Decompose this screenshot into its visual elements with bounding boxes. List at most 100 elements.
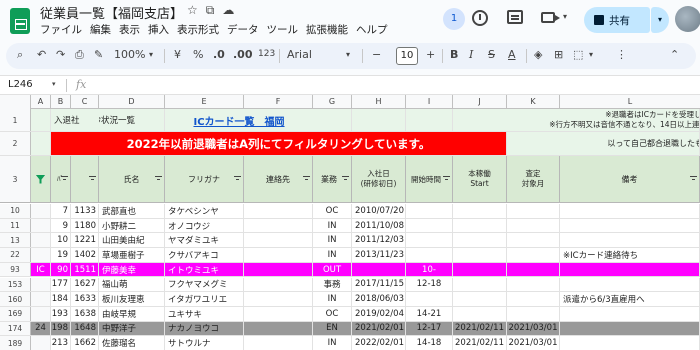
row-header[interactable]: 10 — [0, 204, 31, 218]
decrease-font-size-button[interactable]: − — [372, 48, 381, 61]
header-col-c[interactable] — [71, 156, 99, 202]
table-cell-b[interactable]: 198 — [51, 321, 71, 336]
cell-a3[interactable] — [31, 156, 51, 202]
table-cell-j[interactable] — [453, 306, 507, 321]
cell-a2[interactable] — [31, 132, 51, 155]
table-cell-i[interactable] — [406, 233, 453, 248]
more-options-icon[interactable]: ⋮ — [616, 48, 627, 61]
active-filter-icon[interactable] — [35, 174, 46, 184]
menu-insert[interactable]: 挿入 — [148, 22, 169, 37]
table-cell-h[interactable]: 2013/11/23 — [352, 248, 406, 262]
cell-i1[interactable] — [406, 109, 453, 131]
table-cell-g[interactable]: IN — [313, 218, 352, 233]
table-cell-k[interactable] — [507, 218, 560, 233]
table-cell-c[interactable]: 1662 — [71, 336, 99, 350]
table-cell-c[interactable]: 1511 — [71, 262, 99, 277]
table-cell-d[interactable]: 伊藤美幸 — [99, 262, 165, 277]
table-cell-d[interactable]: 山田美由紀 — [99, 233, 165, 248]
column-header-h[interactable]: H — [352, 95, 406, 109]
table-cell-b[interactable]: 177 — [51, 277, 71, 292]
table-cell-f[interactable] — [244, 321, 313, 336]
filter-icon[interactable] — [443, 176, 450, 182]
filter-icon[interactable] — [690, 176, 697, 182]
table-cell-g[interactable]: OC — [313, 204, 352, 218]
table-cell-f[interactable] — [244, 233, 313, 248]
table-cell-g[interactable]: OUT — [313, 262, 352, 277]
table-cell-a[interactable] — [31, 233, 51, 248]
cell-l1-notes[interactable]: ※退職者はICカードを受理し、雇用保険 ※行方不明又は音信不通となり、14日以上… — [507, 109, 700, 131]
row-header[interactable]: 189 — [0, 336, 31, 350]
table-cell-g[interactable]: 事務 — [313, 277, 352, 292]
table-cell-f[interactable] — [244, 277, 313, 292]
table-cell-a[interactable] — [31, 277, 51, 292]
header-start-time[interactable]: 開始時間 — [406, 156, 453, 202]
table-cell-e[interactable]: フクヤマメグミ — [165, 277, 244, 292]
table-cell-l[interactable] — [560, 204, 700, 218]
row-header[interactable]: 174 — [0, 321, 31, 336]
column-header-j[interactable]: J — [453, 95, 507, 109]
zoom-select[interactable]: 100% — [114, 48, 145, 61]
menu-help[interactable]: ヘルプ — [356, 22, 388, 37]
table-cell-d[interactable]: 中野洋子 — [99, 321, 165, 336]
increase-decimal-button[interactable]: .00 — [233, 48, 253, 61]
cell-g1[interactable] — [313, 109, 352, 131]
column-header-l[interactable]: L — [560, 95, 700, 109]
table-cell-c[interactable]: 1638 — [71, 306, 99, 321]
undo-icon[interactable]: ↶ — [37, 48, 46, 61]
table-cell-k[interactable]: 2021/03/01 — [507, 321, 560, 336]
table-cell-k[interactable] — [507, 306, 560, 321]
table-cell-l[interactable]: ※ICカード連絡待ち — [560, 248, 700, 262]
column-header-k[interactable]: K — [507, 95, 560, 109]
fill-color-icon[interactable]: ◈ — [534, 48, 542, 61]
menu-edit[interactable]: 編集 — [90, 22, 111, 37]
column-header-b[interactable]: B — [51, 95, 71, 109]
table-cell-e[interactable]: ユキサキ — [165, 306, 244, 321]
table-cell-a[interactable] — [31, 204, 51, 218]
table-cell-a[interactable] — [31, 218, 51, 233]
column-header-f[interactable]: F — [244, 95, 313, 109]
table-cell-g[interactable]: IN — [313, 336, 352, 350]
table-cell-i[interactable] — [406, 204, 453, 218]
table-cell-j[interactable] — [453, 292, 507, 306]
header-go-live[interactable]: 本稼働 Start — [453, 156, 507, 202]
row-header[interactable]: 2 — [0, 132, 31, 155]
table-cell-l[interactable] — [560, 233, 700, 248]
meet-dropdown-caret-icon[interactable]: ▾ — [563, 12, 567, 21]
table-cell-c[interactable]: 1133 — [71, 204, 99, 218]
table-cell-i[interactable]: 12-18 — [406, 277, 453, 292]
share-dropdown-button[interactable]: ▾ — [651, 7, 669, 33]
table-cell-l[interactable] — [560, 336, 700, 350]
more-formats-button[interactable]: 123 — [258, 49, 275, 59]
header-review-month[interactable]: 査定 対象月 — [507, 156, 560, 202]
currency-format-button[interactable]: ¥ — [174, 48, 181, 61]
table-cell-f[interactable] — [244, 306, 313, 321]
table-cell-j[interactable] — [453, 233, 507, 248]
ic-card-list-link[interactable]: ICカード一覧 福岡 — [193, 113, 284, 128]
cell-b1[interactable]: 入退社 — [51, 109, 99, 131]
header-col-b[interactable]: ﾊﾟ — [51, 156, 71, 202]
table-cell-j[interactable] — [453, 218, 507, 233]
cell-j1[interactable] — [453, 109, 507, 131]
table-cell-l[interactable] — [560, 262, 700, 277]
table-cell-d[interactable]: 板川友理恵 — [99, 292, 165, 306]
table-cell-d[interactable]: 由岐早規 — [99, 306, 165, 321]
cell-a1[interactable] — [31, 109, 51, 131]
filter-icon[interactable] — [234, 176, 241, 182]
header-furigana[interactable]: フリガナ — [165, 156, 244, 202]
column-header-a[interactable]: A — [31, 95, 51, 109]
table-cell-j[interactable] — [453, 248, 507, 262]
cell-h1[interactable] — [352, 109, 406, 131]
strikethrough-button[interactable]: S — [488, 48, 495, 61]
row-header[interactable]: 93 — [0, 262, 31, 277]
table-cell-e[interactable]: オノコウジ — [165, 218, 244, 233]
column-header-g[interactable]: G — [313, 95, 352, 109]
table-cell-h[interactable]: 2018/06/03 — [352, 292, 406, 306]
menu-extensions[interactable]: 拡張機能 — [306, 22, 348, 37]
table-cell-g[interactable]: IN — [313, 292, 352, 306]
bold-button[interactable]: B — [450, 48, 458, 61]
filter-icon[interactable] — [342, 176, 349, 182]
row-header[interactable]: 22 — [0, 248, 31, 262]
percent-format-button[interactable]: % — [193, 48, 203, 61]
table-cell-c[interactable]: 1402 — [71, 248, 99, 262]
table-cell-b[interactable]: 19 — [51, 248, 71, 262]
